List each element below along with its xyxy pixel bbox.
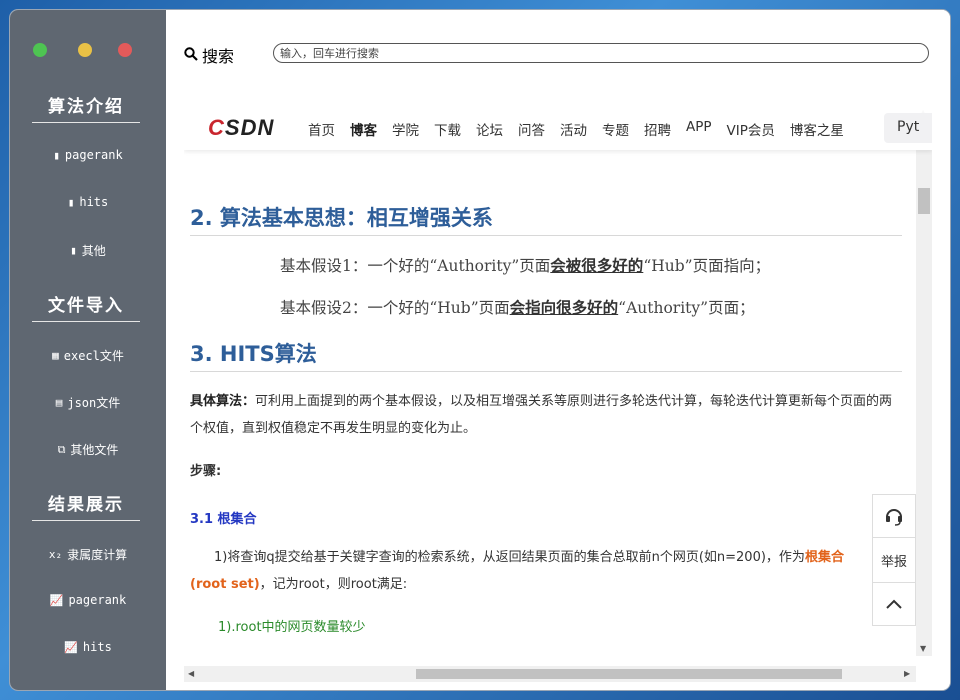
main-panel: 搜索 CSDN 首页 博客 学院 下载 论坛 问答 活动 专题 招聘 APP V… (166, 10, 950, 690)
menu-academy[interactable]: 学院 (392, 119, 419, 139)
sidebar-item-hits-intro[interactable]: ▮ hits (10, 195, 166, 209)
menu-blog-star[interactable]: 博客之星 (790, 119, 844, 139)
assumption-2: 基本假设2：一个好的“Hub”页面会指向很多好的“Authority”页面； (280, 298, 755, 317)
vertical-scroll-thumb[interactable] (918, 188, 930, 214)
scroll-down-icon[interactable]: ▼ (920, 644, 926, 653)
book-icon: ▮ (53, 148, 60, 162)
chevron-up-icon (886, 599, 902, 609)
step-1: 1)将查询q提交给基于关键字查询的检索系统，从返回结果页面的集合总取前n个网页(… (190, 550, 844, 592)
list-item-root-small: 1).root中的网页数量较少 (218, 620, 366, 635)
section-title-results: 结果展示 (32, 490, 140, 521)
menu-app[interactable]: APP (686, 119, 712, 139)
file-icon: ▤ (55, 396, 63, 409)
horizontal-scroll-thumb[interactable] (416, 669, 842, 679)
app-window: 算法介绍 ▮ pagerank ▮ hits ▮ 其他 文件导入 ▦ execl文件 ▤… (10, 10, 950, 690)
menu-forum[interactable]: 论坛 (476, 119, 503, 139)
menu-download[interactable]: 下载 (434, 119, 461, 139)
copy-icon: ⧉ (57, 442, 66, 456)
menu-qa[interactable]: 问答 (518, 119, 545, 139)
search-label: 搜索 (202, 47, 235, 66)
sidebar-item-excel[interactable]: ▦ execl文件 (10, 347, 166, 364)
algorithm-paragraph: 具体算法：可利用上面提到的两个基本假设，以及相互增强关系等原则进行多轮迭代计算，… (190, 394, 893, 436)
search-bar: 搜索 (166, 10, 950, 100)
sidebar-item-pagerank-result[interactable]: 📈 pagerank (10, 593, 166, 607)
subheading-root-set: 3.1 根集合 (190, 512, 257, 527)
book-icon: ▮ (67, 195, 75, 209)
python-chip[interactable]: Pyt (884, 113, 932, 143)
csdn-navbar: CSDN 首页 博客 学院 下载 论坛 问答 活动 专题 招聘 APP VIP会… (184, 106, 932, 150)
sidebar-item-other-file[interactable]: ⧉ 其他文件 (10, 441, 166, 458)
back-to-top-button[interactable] (872, 582, 916, 626)
menu-home[interactable]: 首页 (308, 119, 335, 139)
sidebar-item-other-intro[interactable]: ▮ 其他 (10, 242, 166, 259)
web-view: CSDN 首页 博客 学院 下载 论坛 问答 活动 专题 招聘 APP VIP会… (184, 106, 932, 656)
search-icon (184, 46, 198, 65)
horizontal-scrollbar[interactable]: ◀ ▶ (184, 666, 916, 682)
section-title-algorithms: 算法介绍 (32, 92, 140, 123)
sidebar-item-pagerank-intro[interactable]: ▮ pagerank (10, 148, 166, 162)
subscript-icon: x₂ (48, 548, 63, 561)
csdn-logo[interactable]: CSDN (208, 115, 274, 141)
divider (190, 235, 902, 236)
section-title-file-import: 文件导入 (32, 291, 140, 322)
menu-jobs[interactable]: 招聘 (644, 119, 671, 139)
sidebar-item-json[interactable]: ▤ json文件 (10, 394, 166, 411)
line-chart-icon: 📈 (64, 640, 78, 654)
menu-events[interactable]: 活动 (560, 119, 587, 139)
steps-label: 步骤: (190, 464, 222, 479)
sidebar-item-membership[interactable]: x₂ 隶属度计算 (10, 546, 166, 563)
vertical-scrollbar[interactable]: ▲ ▼ (916, 106, 932, 656)
close-dot[interactable] (118, 43, 132, 57)
search-input[interactable] (273, 43, 929, 63)
book-icon: ▮ (70, 244, 77, 257)
customer-service-button[interactable] (872, 494, 916, 538)
scroll-right-icon[interactable]: ▶ (904, 669, 910, 678)
minimize-dot[interactable] (78, 43, 92, 57)
headset-icon (886, 509, 902, 526)
sidebar-item-hits-result[interactable]: 📈 hits (10, 640, 166, 654)
table-icon: ▦ (52, 349, 59, 362)
menu-topics[interactable]: 专题 (602, 119, 629, 139)
heading-hits-algorithm: 3. HITS算法 (190, 342, 317, 366)
heading-mutual-reinforcement: 2. 算法基本思想：相互增强关系 (190, 206, 493, 230)
assumption-1: 基本假设1：一个好的“Authority”页面会被很多好的“Hub”页面指向； (280, 256, 771, 275)
menu-vip[interactable]: VIP会员 (727, 119, 775, 139)
report-button[interactable]: 举报 (872, 537, 916, 583)
divider (190, 371, 902, 372)
menu-blog[interactable]: 博客 (350, 119, 377, 139)
scroll-left-icon[interactable]: ◀ (188, 669, 194, 678)
maximize-dot[interactable] (33, 43, 47, 57)
line-chart-icon: 📈 (49, 593, 64, 607)
csdn-menu: 首页 博客 学院 下载 论坛 问答 活动 专题 招聘 APP VIP会员 博客之… (308, 119, 844, 139)
sidebar: 算法介绍 ▮ pagerank ▮ hits ▮ 其他 文件导入 ▦ execl文件 ▤… (10, 10, 166, 690)
